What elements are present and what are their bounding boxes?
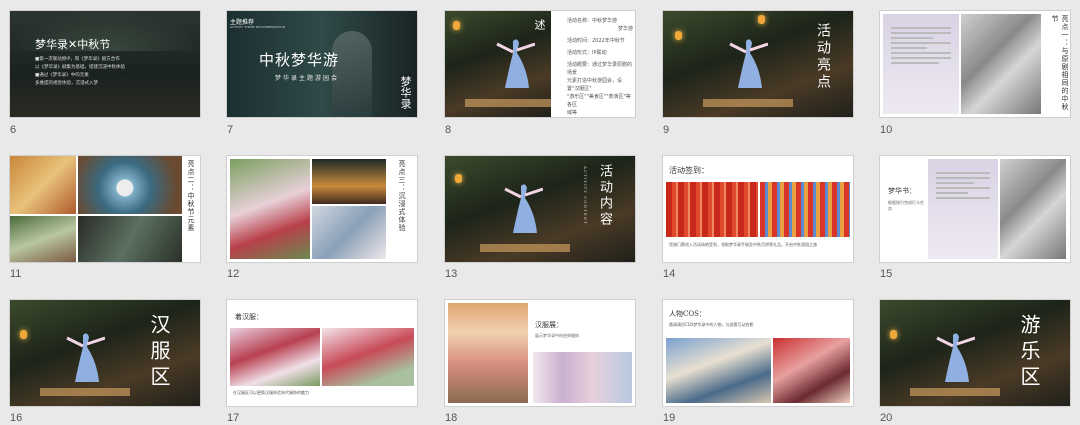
flyer-photo: [883, 14, 959, 114]
slide-thumbnail-16[interactable]: 汉服区: [10, 300, 200, 406]
body-line: 以《梦华录》剧集为基础，搭建沉浸中秋体验: [35, 65, 125, 70]
slide-thumbnail-20[interactable]: 游乐区: [880, 300, 1070, 406]
night-street-photo: [312, 159, 386, 204]
slide-thumbnail-18[interactable]: 汉服展： 展示梦华录中的经典服饰: [445, 300, 635, 406]
body-line: 活动时间：2022年中秋节: [567, 38, 625, 44]
hanfu-photo-right: [322, 328, 414, 386]
food-photo: [10, 156, 76, 214]
slide-title: 亮点二：中秋节元素: [187, 160, 195, 232]
body-line: ■第一次联动原IP，和《梦华录》剧方合作: [35, 57, 120, 62]
slide-body: 活动名称：中秋梦华游 梦华游 活动时间：2022年中秋节 活动形式：IP联动 活…: [567, 17, 633, 117]
body-line: ■通过《梦华录》中的元素: [35, 73, 89, 78]
body-line: 元素打造中秋游园会，设置"汉服区": [567, 78, 623, 92]
slide-thumbnail-19[interactable]: 人物COS： 邀请演员COS梦华录中的人物，与游客互动合影: [663, 300, 853, 406]
slide-caption: 在汉服区可以更换汉服体验宋代服饰的魅力: [233, 390, 309, 395]
body-line: 活动概要：通过梦华录原剧的场景: [567, 62, 633, 76]
lantern-photo-left: [666, 182, 758, 237]
crowd-photo: [312, 206, 386, 259]
slide-title: 汉服区: [147, 314, 171, 392]
slide-title: 中秋梦华游: [259, 51, 340, 69]
body-line: "游乐区""美食区""表演区"等各区: [567, 94, 631, 108]
flyer-photo: [928, 159, 998, 259]
slide-caption: 根据指引完成打卡任务: [888, 200, 924, 211]
hanfu-display-photo: [448, 303, 528, 403]
slide-thumbnail-7[interactable]: 主题推荐 ACTIVITY THEME RECOMMENDATION 中秋梦华游…: [227, 11, 417, 117]
slide-number: 6: [10, 124, 17, 136]
slide-subtitle: ACTIVITY CONTENT: [583, 166, 588, 225]
slide-title: 人物COS：: [669, 310, 706, 318]
slide-number: 7: [227, 124, 234, 136]
slide-title: 活动亮点: [815, 23, 831, 91]
slide-number: 11: [10, 268, 22, 280]
cos-photo-right: [773, 338, 850, 403]
slide-thumbnail-13[interactable]: 活动内容 ACTIVITY CONTENT: [445, 156, 635, 262]
slide-title: 活动内容: [597, 164, 612, 228]
costume-photo: [533, 352, 632, 403]
slide-number: 8: [445, 124, 452, 136]
body-line: 多维度的视觉体验，沉浸式入梦: [35, 81, 98, 86]
slide-number: 9: [663, 124, 670, 136]
theme-tag-sub: ACTIVITY THEME RECOMMENDATION: [230, 25, 285, 29]
body-line: 域等: [567, 110, 578, 116]
slide-title: 梦华书：: [888, 187, 916, 195]
slide-number: 14: [663, 268, 676, 280]
slide-number: 20: [880, 412, 893, 424]
slide-title: 着汉服：: [235, 313, 263, 321]
drama-logo: 梦华录: [399, 76, 412, 109]
slide-title: 汉服展：: [535, 321, 563, 329]
slide-thumbnail-11[interactable]: 亮点二：中秋节元素: [10, 156, 200, 262]
slide-caption: 凭借门票进入活动场地签到，领取梦华录手册及中秋月饼等礼品，开启中秋游园之旅: [669, 242, 817, 247]
slide-thumbnail-6[interactable]: 梦华录✕中秋节 ■第一次联动原IP，和《梦华录》剧方合作 以《梦华录》剧集为基础…: [10, 11, 200, 117]
slide-number: 12: [227, 268, 240, 280]
slide-title: 游乐区: [1017, 314, 1041, 392]
cos-photo-left: [666, 338, 771, 403]
slide-thumbnail-14[interactable]: 活动签到： 凭借门票进入活动场地签到，领取梦华录手册及中秋月饼等礼品，开启中秋游…: [663, 156, 853, 262]
slide-caption: 邀请演员COS梦华录中的人物，与游客互动合影: [669, 322, 754, 327]
slide-title: 活动概述: [533, 19, 562, 61]
bowl-photo: [78, 156, 182, 214]
map-photo: [961, 14, 1041, 114]
slide-number: 19: [663, 412, 676, 424]
slide-number: 13: [445, 268, 458, 280]
lantern-photo-right: [760, 182, 850, 237]
hanfu-photo-left: [230, 328, 320, 386]
hanfu-photo: [230, 159, 310, 259]
map-photo: [1000, 159, 1066, 259]
body-line: 梦华游: [617, 26, 633, 32]
slide-thumbnail-12[interactable]: 亮点三：沉浸式体验: [227, 156, 417, 262]
slide-title: 活动签到：: [669, 166, 709, 175]
slide-thumbnail-15[interactable]: 梦华书： 根据指引完成打卡任务: [880, 156, 1070, 262]
slide-number: 17: [227, 412, 240, 424]
body-line: 活动形式：IP联动: [567, 50, 607, 56]
garden-photo: [10, 216, 76, 262]
slide-subtitle: 梦华录主题游园会: [275, 75, 340, 82]
body-line: 活动名称：中秋梦华游: [567, 18, 618, 24]
slide-body: ■第一次联动原IP，和《梦华录》剧方合作 以《梦华录》剧集为基础，搭建沉浸中秋体…: [35, 56, 185, 88]
slide-number: 15: [880, 268, 893, 280]
slide-number: 18: [445, 412, 458, 424]
slide-caption: 展示梦华录中的经典服饰: [535, 333, 579, 338]
slide-title: 亮点三：沉浸式体验: [398, 160, 406, 232]
slide-number: 10: [880, 124, 893, 136]
slide-thumbnail-17[interactable]: 着汉服： 在汉服区可以更换汉服体验宋代服饰的魅力: [227, 300, 417, 406]
people-photo: [78, 216, 182, 262]
slide-title: 梦华录✕中秋节: [35, 38, 111, 51]
slide-thumbnail-10[interactable]: 亮点一：与原剧相同的中秋节: [880, 11, 1070, 117]
slide-thumbnail-8[interactable]: 活动概述 活动名称：中秋梦华游 梦华游 活动时间：2022年中秋节 活动形式：I…: [445, 11, 635, 117]
slide-thumbnail-9[interactable]: 活动亮点: [663, 11, 853, 117]
slide-title: 亮点一：与原剧相同的中秋节: [1051, 15, 1069, 111]
slide-number: 16: [10, 412, 23, 424]
